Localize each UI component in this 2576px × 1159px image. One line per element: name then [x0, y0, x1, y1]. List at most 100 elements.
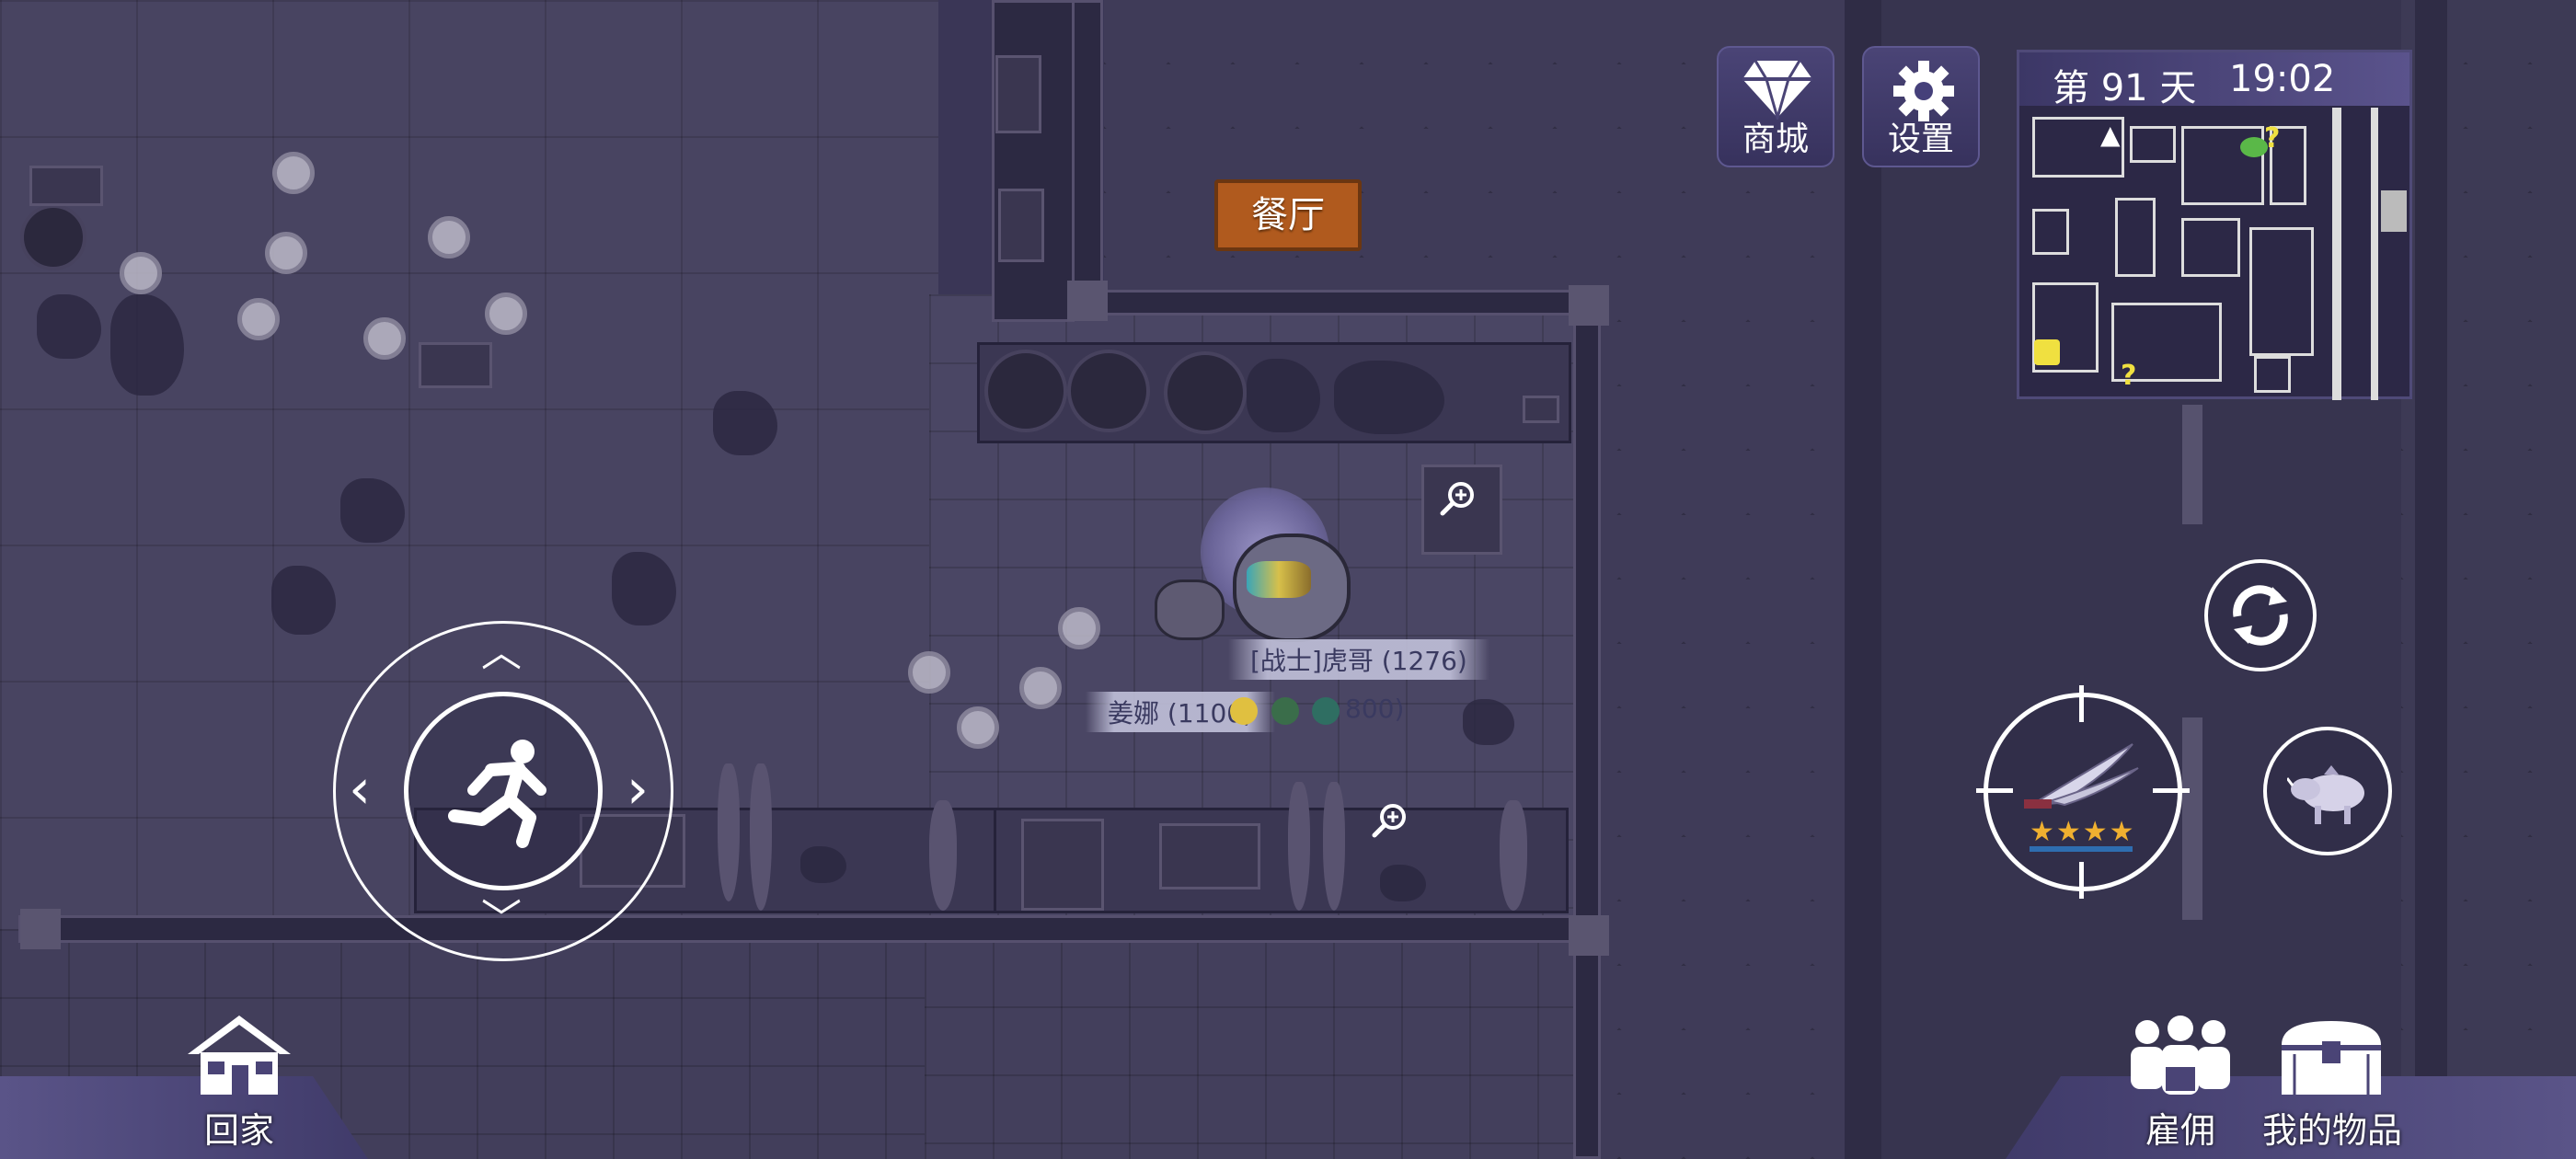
- chevron-up-icon[interactable]: ︿: [481, 633, 522, 673]
- minimap-building: [2381, 190, 2407, 232]
- plate: [428, 216, 470, 258]
- minimap[interactable]: 第 91 天 19:02 ▲ ? ?: [2017, 50, 2412, 400]
- minimap-road: [2371, 108, 2378, 400]
- blade-weapon-icon: [2024, 743, 2139, 809]
- plate: [1019, 667, 1062, 709]
- crosshair-tick: [1976, 788, 2013, 793]
- location-sign: 餐厅: [1214, 179, 1362, 251]
- attack-button[interactable]: ★★★★: [1976, 685, 2190, 899]
- crosshair-tick: [2079, 862, 2084, 899]
- switch-weapon-button[interactable]: [2204, 559, 2317, 671]
- sprint-button[interactable]: [404, 692, 603, 890]
- status-icon: [1230, 697, 1258, 725]
- refresh-icon: [2233, 585, 2288, 646]
- vegetable-basket: [1067, 350, 1150, 432]
- player-character[interactable]: [1145, 478, 1394, 662]
- player-marker-icon: ▲: [2100, 120, 2121, 150]
- companion-nametag-row: 姜娜 (1100) 800): [1086, 692, 1417, 732]
- game-clock: 19:02: [2229, 58, 2336, 100]
- companion-character: [1155, 580, 1225, 640]
- inventory-button[interactable]: 我的物品: [2254, 1012, 2410, 1151]
- wall-post: [1072, 0, 1103, 304]
- small-box: [1523, 396, 1559, 423]
- barrel: [20, 204, 86, 270]
- home-label: 回家: [203, 1110, 274, 1151]
- plate: [957, 706, 999, 749]
- minimap-building: [2249, 227, 2314, 356]
- plate: [272, 152, 315, 194]
- settings-label: 设置: [1887, 120, 1954, 158]
- people-group-icon: [2131, 1016, 2230, 1095]
- hanging-fish: [718, 763, 740, 901]
- plate: [363, 317, 406, 360]
- chevron-down-icon[interactable]: ﹀: [481, 900, 522, 940]
- chevron-right-icon[interactable]: ›: [627, 762, 649, 817]
- shelf: [995, 55, 1041, 133]
- minimap-building: [2115, 198, 2156, 277]
- road-marking: [2182, 405, 2202, 524]
- hanging-fish: [929, 800, 957, 911]
- movement-joystick[interactable]: ︿ ﹀ ‹ ›: [333, 621, 673, 961]
- wall-horizontal-top: [1072, 290, 1601, 316]
- diamond-icon: [1742, 60, 1812, 120]
- plate: [908, 651, 950, 694]
- vegetable-basket: [984, 350, 1067, 432]
- crab: [1380, 865, 1426, 901]
- house-icon: [188, 1016, 291, 1095]
- weapon-durability-bar: [2030, 846, 2133, 852]
- quest-marker-icon: ?: [2121, 360, 2137, 392]
- minimap-road: [2332, 108, 2341, 400]
- chevron-left-icon[interactable]: ‹: [349, 762, 371, 817]
- shop-button[interactable]: 商城: [1717, 46, 1834, 167]
- character-gear: [1247, 561, 1311, 598]
- inventory-label: 我的物品: [2261, 1110, 2402, 1151]
- quest-marker-icon: ?: [2264, 122, 2281, 155]
- shelf: [998, 189, 1044, 262]
- crate: [419, 342, 492, 388]
- plate: [237, 298, 280, 340]
- vegetable-basket: [1164, 351, 1247, 434]
- hanging-fish: [1323, 782, 1345, 911]
- crosshair-tick: [2079, 685, 2084, 722]
- treasure-chest-icon: [2282, 1021, 2381, 1095]
- minimap-header: 第 91 天 19:02: [2019, 52, 2409, 109]
- plate: [485, 293, 527, 335]
- hire-label: 雇佣: [2145, 1110, 2215, 1151]
- crate: [29, 166, 103, 206]
- wall-horizontal-bottom: [18, 915, 1596, 943]
- status-icon: [1312, 697, 1340, 725]
- boar-mount-icon: [2287, 765, 2364, 824]
- home-button[interactable]: 回家: [175, 1012, 304, 1151]
- puzzle-marker-icon: [2034, 339, 2060, 365]
- minimap-building: [2130, 126, 2176, 163]
- lower-floor-right: [925, 938, 1578, 1159]
- wall-corner: [20, 909, 61, 949]
- hanging-fish: [750, 763, 772, 911]
- shop-label: 商城: [1742, 120, 1809, 158]
- mount-button[interactable]: [2263, 727, 2392, 855]
- running-man-icon: [448, 740, 546, 848]
- cutting-board: [1159, 823, 1260, 889]
- hire-button[interactable]: 雇佣: [2116, 1012, 2245, 1151]
- day-counter: 第 91 天: [2053, 67, 2197, 109]
- companion-nametag-suffix: 800): [1345, 694, 1405, 724]
- minimap-building: [2181, 218, 2240, 277]
- search-icon[interactable]: [1437, 478, 1478, 519]
- plate: [120, 252, 162, 294]
- minimap-building: [2032, 209, 2069, 255]
- wall-vertical-top: [992, 0, 1075, 322]
- hanging-fish: [1500, 800, 1527, 911]
- search-icon[interactable]: [1369, 800, 1409, 841]
- plate: [1058, 607, 1100, 649]
- wall-corner: [1569, 285, 1609, 326]
- wall-vertical-right: [1573, 290, 1601, 1159]
- wall-corner: [1569, 915, 1609, 956]
- settings-button[interactable]: 设置: [1862, 46, 1980, 167]
- minimap-building: [2254, 356, 2291, 393]
- street-curb-right: [2415, 0, 2447, 1159]
- weapon-stars: ★★★★: [2030, 816, 2136, 848]
- status-icon: [1271, 697, 1299, 725]
- wall-corner: [1067, 281, 1108, 321]
- crosshair-tick: [2153, 788, 2190, 793]
- hanging-fish: [1288, 782, 1310, 911]
